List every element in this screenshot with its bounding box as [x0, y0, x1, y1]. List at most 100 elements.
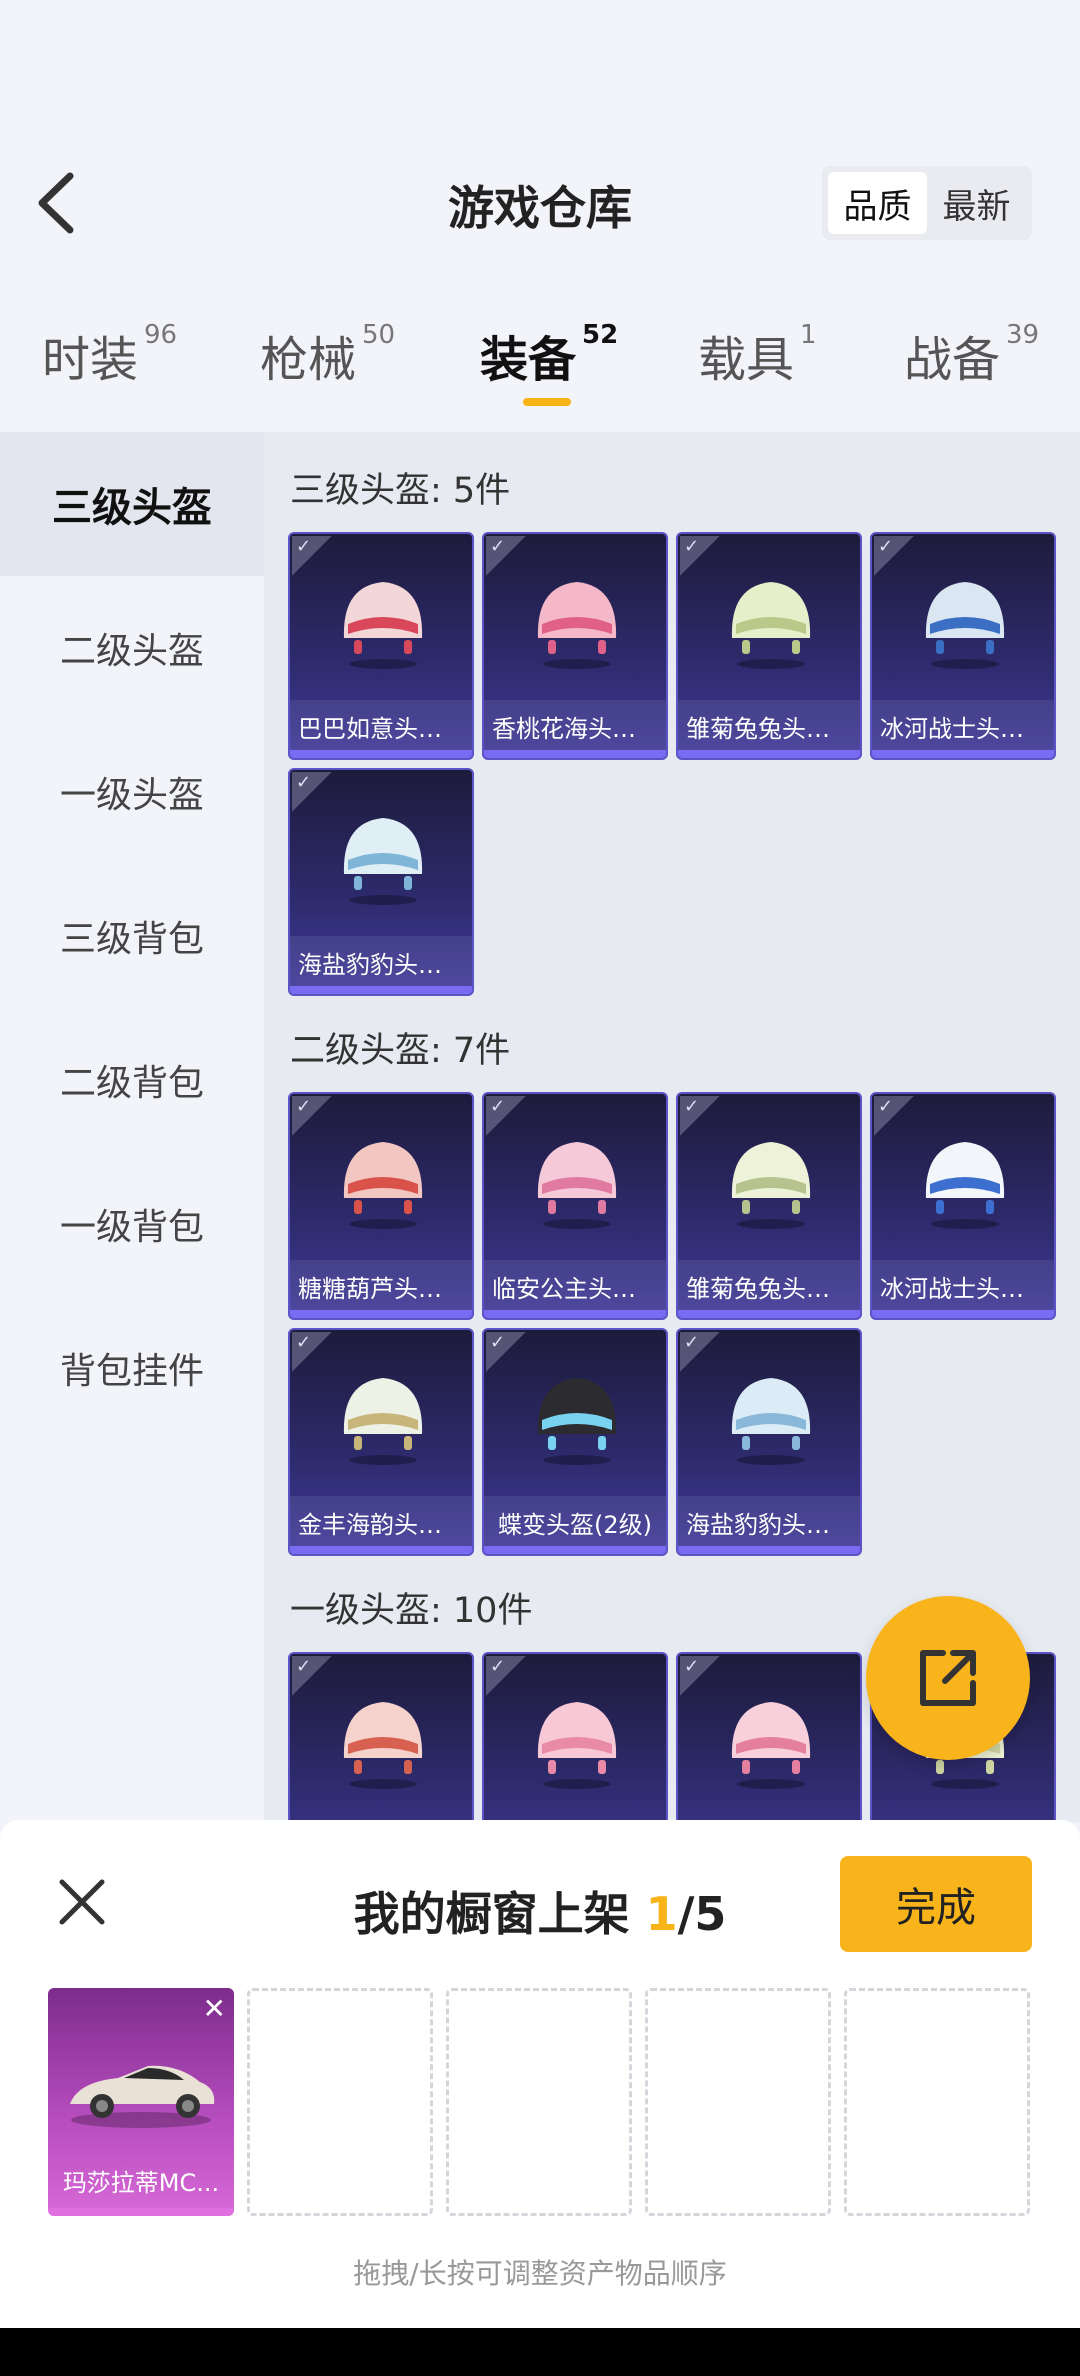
system-nav-bar: [0, 2328, 1080, 2376]
category-tabs: 时装 96 枪械 50 装备 52 载具 1 战备 39: [0, 320, 1080, 420]
tab-count: 39: [1006, 320, 1040, 350]
check-icon: ✓: [292, 772, 332, 812]
item-name: 雏菊兔兔头盔...: [686, 715, 853, 743]
check-icon: ✓: [680, 536, 720, 576]
sidebar-item-level2-backpack[interactable]: 二级背包: [0, 1008, 264, 1152]
rarity-stripe: [678, 750, 860, 758]
helmet-image: [731, 1702, 811, 1789]
check-icon: ✓: [874, 536, 914, 576]
section-title: 一级头盔: 10件: [290, 1591, 533, 1631]
rarity-stripe: [484, 750, 666, 758]
item-name: 金丰海韵头盔...: [298, 1511, 465, 1539]
helmet-image: [537, 1142, 617, 1229]
helmet-image: [343, 582, 423, 669]
item-card[interactable]: ✓: [676, 1652, 862, 1822]
item-card[interactable]: ✓ 糖糖葫芦头盔...: [288, 1092, 474, 1320]
item-card[interactable]: ✓ 冰河战士头盔...: [870, 532, 1056, 760]
helmet-image: [343, 818, 423, 905]
tab-count: 1: [800, 320, 817, 350]
item-name: 临安公主头盔...: [492, 1275, 659, 1303]
helmet-image: [343, 1142, 423, 1229]
showcase-slot-empty[interactable]: [446, 1988, 632, 2216]
rarity-stripe: [290, 1310, 472, 1318]
item-card[interactable]: ✓ 雏菊兔兔头盔...: [676, 532, 862, 760]
item-card[interactable]: ✓ 海盐豹豹头盔...: [676, 1328, 862, 1556]
done-button[interactable]: 完成: [840, 1856, 1032, 1952]
item-card[interactable]: ✓ 冰河战士头盔...: [870, 1092, 1056, 1320]
helmet-image: [537, 1702, 617, 1789]
sidebar-item-level3-backpack[interactable]: 三级背包: [0, 864, 264, 1008]
tab-count: 96: [144, 320, 178, 350]
sidebar-item-backpack-charm[interactable]: 背包挂件: [0, 1296, 264, 1440]
item-card[interactable]: ✓ 巴巴如意头盔...: [288, 532, 474, 760]
item-name: 冰河战士头盔...: [880, 715, 1047, 743]
item-card[interactable]: ✓ 香桃花海头盔...: [482, 532, 668, 760]
sidebar-item-level2-helmet[interactable]: 二级头盔: [0, 576, 264, 720]
rarity-stripe: [290, 750, 472, 758]
sidebar: 三级头盔 二级头盔 一级头盔 三级背包 二级背包 一级背包 背包挂件: [0, 432, 264, 1822]
item-card[interactable]: ✓: [288, 1652, 474, 1822]
helmet-image: [537, 582, 617, 669]
helmet-image: [731, 1378, 811, 1465]
showcase-slot-filled[interactable]: ✕ 玛莎拉蒂MC...: [48, 1988, 234, 2216]
item-card[interactable]: ✓ 雏菊兔兔头盔...: [676, 1092, 862, 1320]
tab-vehicles[interactable]: 载具 1: [698, 320, 817, 390]
check-icon: ✓: [874, 1096, 914, 1136]
item-card[interactable]: ✓ 蝶变头盔(2级): [482, 1328, 668, 1556]
rarity-stripe: [484, 1546, 666, 1554]
rarity-stripe: [872, 750, 1054, 758]
tab-guns[interactable]: 枪械 50: [260, 320, 395, 390]
check-icon: ✓: [292, 1332, 332, 1372]
item-name: 香桃花海头盔...: [492, 715, 659, 743]
item-card[interactable]: ✓ 海盐豹豹头盔...: [288, 768, 474, 996]
helmet-image: [731, 1142, 811, 1229]
item-name: 冰河战士头盔...: [880, 1275, 1047, 1303]
sidebar-item-level1-backpack[interactable]: 一级背包: [0, 1152, 264, 1296]
rarity-stripe: [484, 1310, 666, 1318]
sort-quality[interactable]: 品质: [828, 172, 927, 234]
showcase-slot-empty[interactable]: [645, 1988, 831, 2216]
tab-label: 战备: [904, 332, 1001, 388]
helmet-image: [925, 1142, 1005, 1229]
tab-fashion[interactable]: 时装 96: [42, 320, 177, 390]
helmet-image: [343, 1378, 423, 1465]
sidebar-item-level3-helmet[interactable]: 三级头盔: [0, 432, 264, 576]
helmet-image: [925, 582, 1005, 669]
share-button[interactable]: [866, 1596, 1030, 1760]
item-name: 海盐豹豹头盔...: [686, 1511, 853, 1539]
check-icon: ✓: [486, 1332, 526, 1372]
showcase-slot-empty[interactable]: [844, 1988, 1030, 2216]
showcase-sheet: 我的橱窗上架 1/5 完成 ✕ 玛莎拉蒂MC... 拖拽/长按可调整资产物品顺序: [0, 1820, 1080, 2328]
showcase-slot-empty[interactable]: [247, 1988, 433, 2216]
check-icon: ✓: [292, 536, 332, 576]
helmet-image: [731, 582, 811, 669]
section-title: 三级头盔: 5件: [290, 471, 511, 511]
sort-newest[interactable]: 最新: [927, 172, 1026, 234]
check-icon: ✓: [680, 1096, 720, 1136]
sidebar-item-level1-helmet[interactable]: 一级头盔: [0, 720, 264, 864]
rarity-stripe: [678, 1310, 860, 1318]
car-image: [70, 2065, 215, 2128]
tab-label: 装备: [480, 332, 577, 388]
sort-toggle[interactable]: 品质 最新: [822, 166, 1032, 240]
check-icon: ✓: [292, 1656, 332, 1696]
item-card[interactable]: ✓ 临安公主头盔...: [482, 1092, 668, 1320]
tab-supplies[interactable]: 战备 39: [904, 320, 1039, 390]
helmet-image: [537, 1378, 617, 1465]
item-card[interactable]: ✓: [482, 1652, 668, 1822]
rarity-stripe: [290, 1546, 472, 1554]
tab-label: 时装: [42, 332, 139, 388]
item-name: 糖糖葫芦头盔...: [298, 1275, 465, 1303]
active-tab-indicator: [523, 398, 571, 406]
showcase-item-name: 玛莎拉蒂MC...: [62, 2169, 220, 2197]
item-name: 巴巴如意头盔...: [298, 715, 465, 743]
tab-label: 载具: [698, 332, 795, 388]
helmet-image: [343, 1702, 423, 1789]
rarity-stripe: [290, 986, 472, 994]
item-card[interactable]: ✓ 金丰海韵头盔...: [288, 1328, 474, 1556]
showcase-count-current: 1: [645, 1887, 678, 1941]
showcase-count-total: /5: [677, 1887, 727, 1941]
tab-equipment[interactable]: 装备 52: [480, 320, 618, 390]
tab-label: 枪械: [260, 332, 357, 388]
check-icon: ✓: [486, 1656, 526, 1696]
